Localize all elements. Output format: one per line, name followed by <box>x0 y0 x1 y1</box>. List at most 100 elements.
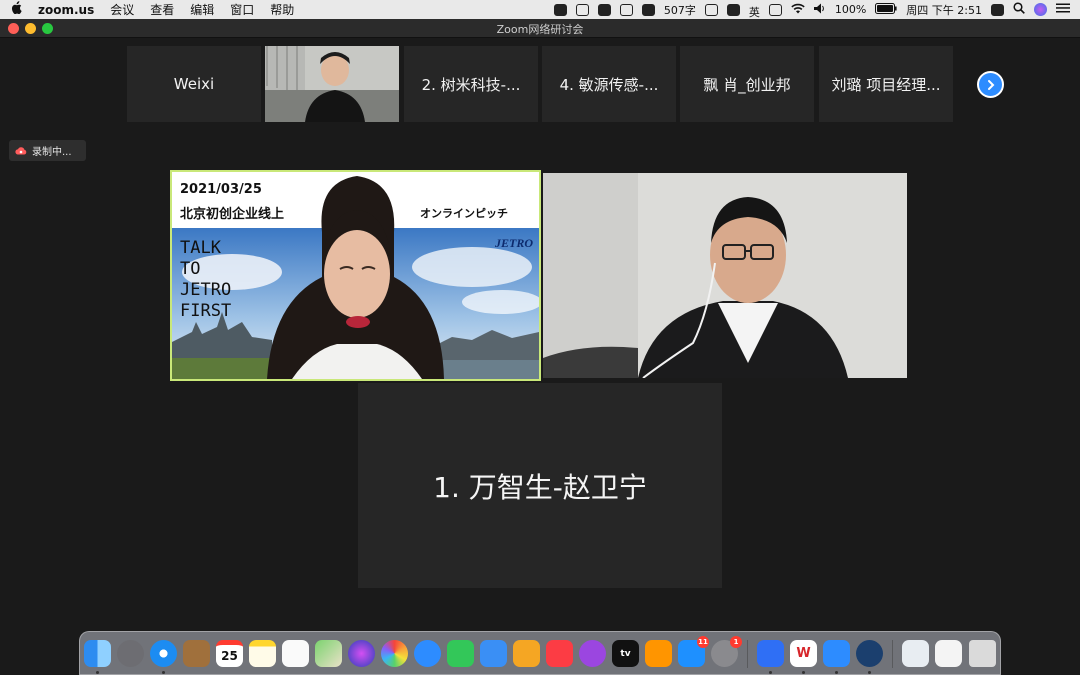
podcasts-icon[interactable] <box>579 640 606 667</box>
wechat-status-icon[interactable] <box>597 3 611 16</box>
participant-tile-weixi[interactable]: Weixi <box>127 46 261 122</box>
airplay-icon[interactable] <box>768 3 782 16</box>
disk-status-icon[interactable] <box>641 3 655 16</box>
camera-status-icon[interactable] <box>575 3 589 16</box>
clipboard-icon[interactable] <box>704 3 718 16</box>
running-indicator <box>802 671 805 674</box>
volume-icon[interactable] <box>813 3 826 17</box>
participant-video-feed <box>265 46 399 122</box>
jetro-logo: JETRO <box>494 236 533 250</box>
input-method-indicator[interactable]: 英 <box>749 4 760 19</box>
running-indicator <box>835 671 838 674</box>
slide-title-japanese: オンラインピッチ <box>420 207 508 220</box>
control-center-icon[interactable] <box>1056 3 1070 16</box>
status-app-icon[interactable] <box>553 3 567 16</box>
window-title: Zoom网络研讨会 <box>496 23 584 36</box>
wps-icon[interactable]: W <box>790 640 817 667</box>
participant-tile-xiao[interactable]: 飘 肖_创业邦 <box>680 46 814 122</box>
pages-icon[interactable] <box>513 640 540 667</box>
wifi-icon[interactable] <box>791 3 805 17</box>
books-icon[interactable] <box>645 640 672 667</box>
participant-name: 2. 树米科技-... <box>421 75 521 94</box>
calendar-icon[interactable]: 25 <box>216 640 243 667</box>
menu-help[interactable]: 帮助 <box>270 1 294 18</box>
participant-name: 1. 万智生-赵卫宁 <box>433 470 647 504</box>
battery-percent: 100% <box>834 3 867 16</box>
dock: 25 tv 11 1 W <box>79 631 1001 675</box>
spotlight-search-icon[interactable] <box>1013 2 1025 17</box>
reminders-icon[interactable] <box>282 640 309 667</box>
status-area: 507字 英 100% 周四 下午 2:51 <box>553 0 1070 19</box>
quicktime-icon[interactable] <box>856 640 883 667</box>
tagline-line: JETRO <box>180 280 232 300</box>
participant-name: 飘 肖_创业邦 <box>703 75 791 94</box>
cloud-sync-icon[interactable] <box>619 3 633 16</box>
battery-icon[interactable] <box>875 2 897 17</box>
app-store-icon[interactable]: 11 <box>678 636 709 667</box>
documents-stack-icon[interactable] <box>935 640 962 667</box>
menu-view[interactable]: 查看 <box>150 1 174 18</box>
notebook-icon[interactable] <box>183 640 210 667</box>
running-indicator <box>162 671 165 674</box>
participant-video-tile-large[interactable] <box>543 173 907 378</box>
messages-icon[interactable] <box>414 640 441 667</box>
menu-bar: zoom.us 会议 查看 编辑 窗口 帮助 507字 英 100% 周四 下午… <box>0 0 1080 19</box>
system-preferences-badge: 1 <box>730 636 742 648</box>
dock-separator <box>892 640 893 668</box>
active-speaker-tile[interactable]: 2021/03/25 北京初创企业线上 オンラインピッチ JETRO TALK … <box>170 170 541 381</box>
system-preferences-icon[interactable]: 1 <box>711 636 742 667</box>
menu-edit[interactable]: 编辑 <box>190 1 214 18</box>
slide-title: 北京初创企业线上 <box>180 207 285 222</box>
status-s-icon[interactable] <box>991 3 1004 16</box>
keynote-icon[interactable] <box>480 640 507 667</box>
chevron-right-icon <box>987 79 994 90</box>
safari-icon[interactable] <box>150 640 177 667</box>
microphone-icon[interactable] <box>726 3 740 16</box>
running-indicator <box>868 671 871 674</box>
next-page-button[interactable] <box>977 71 1004 98</box>
participant-name: 刘璐 项目经理... <box>831 75 941 94</box>
window-titlebar: Zoom网络研讨会 <box>0 19 1080 38</box>
calendar-day: 25 <box>221 649 238 663</box>
zoom-icon[interactable] <box>823 640 850 667</box>
trash-icon[interactable] <box>969 640 996 667</box>
word-count[interactable]: 507字 <box>664 2 696 18</box>
participant-video-feed <box>543 173 907 378</box>
feishu-icon[interactable] <box>757 640 784 667</box>
photos-icon[interactable] <box>381 640 408 667</box>
participant-tile-liulu[interactable]: 刘璐 项目经理... <box>819 46 953 122</box>
app-store-badge: 11 <box>697 636 709 648</box>
participant-name: Weixi <box>173 75 215 93</box>
tagline-line: TALK <box>180 238 221 258</box>
downloads-stack-icon[interactable] <box>902 640 929 667</box>
finder-icon[interactable] <box>84 640 111 667</box>
tagline-line: FIRST <box>180 301 232 321</box>
menu-window[interactable]: 窗口 <box>230 1 254 18</box>
music-icon[interactable] <box>546 640 573 667</box>
dock-separator <box>747 640 748 668</box>
apple-menu-icon[interactable] <box>10 1 24 18</box>
siri-icon[interactable] <box>1034 3 1047 16</box>
facetime-icon[interactable] <box>447 640 474 667</box>
participant-name-tile[interactable]: 1. 万智生-赵卫宁 <box>358 383 722 588</box>
participant-tile-shumi[interactable]: 2. 树米科技-... <box>404 46 538 122</box>
cloud-record-icon <box>15 147 27 155</box>
tagline-line: TO <box>180 259 201 279</box>
launchpad-icon[interactable] <box>117 640 144 667</box>
slide-date: 2021/03/25 <box>180 182 262 197</box>
app-menu[interactable]: zoom.us <box>38 3 94 17</box>
maps-icon[interactable] <box>315 640 342 667</box>
tv-label: tv <box>620 648 631 659</box>
participant-tile-minyuan[interactable]: 4. 敏源传感-... <box>542 46 676 122</box>
running-indicator <box>769 671 772 674</box>
menu-meeting[interactable]: 会议 <box>110 1 134 18</box>
siri-app-icon[interactable] <box>348 640 375 667</box>
slide-tagline: TALK TO JETRO FIRST <box>180 238 240 322</box>
apple-tv-icon[interactable]: tv <box>612 640 639 667</box>
participant-name: 4. 敏源传感-... <box>559 75 659 94</box>
recording-badge[interactable]: 录制中... <box>9 140 86 161</box>
participant-video-tile[interactable] <box>265 46 399 122</box>
clock[interactable]: 周四 下午 2:51 <box>906 2 982 18</box>
recording-label: 录制中... <box>32 147 72 158</box>
notes-icon[interactable] <box>249 640 276 667</box>
